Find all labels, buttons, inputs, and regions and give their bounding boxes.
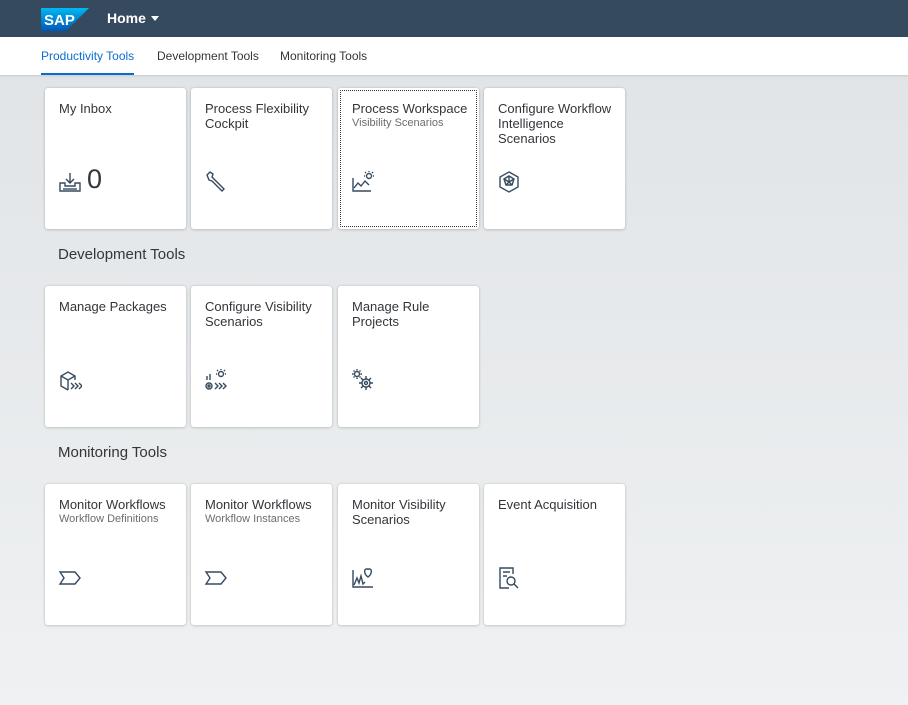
- group-title-monitoring: Monitoring Tools: [58, 444, 167, 461]
- sap-logo-text: SAP: [44, 12, 75, 29]
- tile-title: Configure Visibility Scenarios: [205, 299, 312, 329]
- heart-pulse-icon: [351, 566, 375, 590]
- anchor-tab-bar: Productivity Tools Development Tools Mon…: [0, 37, 908, 75]
- tile-subtitle: Workflow Definitions: [59, 513, 159, 525]
- tab-monitoring-tools[interactable]: Monitoring Tools: [280, 49, 367, 75]
- tile-title: Process Flexibility Cockpit: [205, 101, 310, 131]
- tile-event-acquisition[interactable]: Event Acquisition: [484, 484, 625, 625]
- tile-title: Event Acquisition: [498, 497, 598, 512]
- sap-logo[interactable]: SAP: [41, 8, 89, 31]
- tile-configure-visibility-scenarios[interactable]: Configure Visibility Scenarios: [191, 286, 332, 427]
- line-chart-sun-icon: [351, 170, 375, 194]
- tile-title: Configure Workflow Intelligence Scenario…: [498, 101, 612, 146]
- tile-monitor-visibility-scenarios[interactable]: Monitor Visibility Scenarios: [338, 484, 479, 625]
- process-arrow-icon: [58, 566, 82, 590]
- process-arrow-icon: [204, 566, 228, 590]
- tile-configure-workflow-intelligence[interactable]: Configure Workflow Intelligence Scenario…: [484, 88, 625, 229]
- gears-icon: [351, 368, 375, 392]
- tile-my-inbox[interactable]: My Inbox 0: [45, 88, 186, 229]
- inbox-count: 0: [87, 164, 103, 194]
- tab-development-tools[interactable]: Development Tools: [157, 49, 259, 75]
- tile-process-workspace[interactable]: Process Workspace Visibility Scenarios: [338, 88, 479, 229]
- cube-network-icon: [497, 170, 521, 194]
- tile-title: My Inbox: [59, 101, 112, 116]
- tile-monitor-workflow-definitions[interactable]: Monitor Workflows Workflow Definitions: [45, 484, 186, 625]
- wrench-icon: [204, 170, 228, 194]
- caret-down-icon: [150, 16, 159, 21]
- tile-subtitle: Visibility Scenarios: [352, 117, 444, 129]
- tile-title: Monitor Workflows: [59, 497, 166, 512]
- home-label: Home: [107, 10, 146, 26]
- tile-title: Manage Rule Projects: [352, 299, 430, 329]
- tile-title: Manage Packages: [59, 299, 167, 314]
- package-forward-icon: [58, 368, 83, 392]
- shell-bar: SAP Home: [0, 0, 908, 37]
- tile-manage-rule-projects[interactable]: Manage Rule Projects: [338, 286, 479, 427]
- group-title-development: Development Tools: [58, 246, 186, 263]
- document-search-icon: [497, 566, 521, 590]
- tab-productivity-tools[interactable]: Productivity Tools: [41, 49, 135, 75]
- tile-title: Monitor Workflows: [205, 497, 312, 512]
- tile-subtitle: Workflow Instances: [205, 513, 301, 525]
- tile-process-flexibility-cockpit[interactable]: Process Flexibility Cockpit: [191, 88, 332, 229]
- tile-manage-packages[interactable]: Manage Packages: [45, 286, 186, 427]
- tile-title: Monitor Visibility Scenarios: [352, 497, 446, 527]
- home-menu-button[interactable]: Home: [107, 10, 159, 26]
- settings-sun-forward-icon: [204, 368, 228, 392]
- tile-title: Process Workspace: [352, 101, 468, 116]
- tile-monitor-workflow-instances[interactable]: Monitor Workflows Workflow Instances: [191, 484, 332, 625]
- inbox-download-icon: [58, 170, 82, 194]
